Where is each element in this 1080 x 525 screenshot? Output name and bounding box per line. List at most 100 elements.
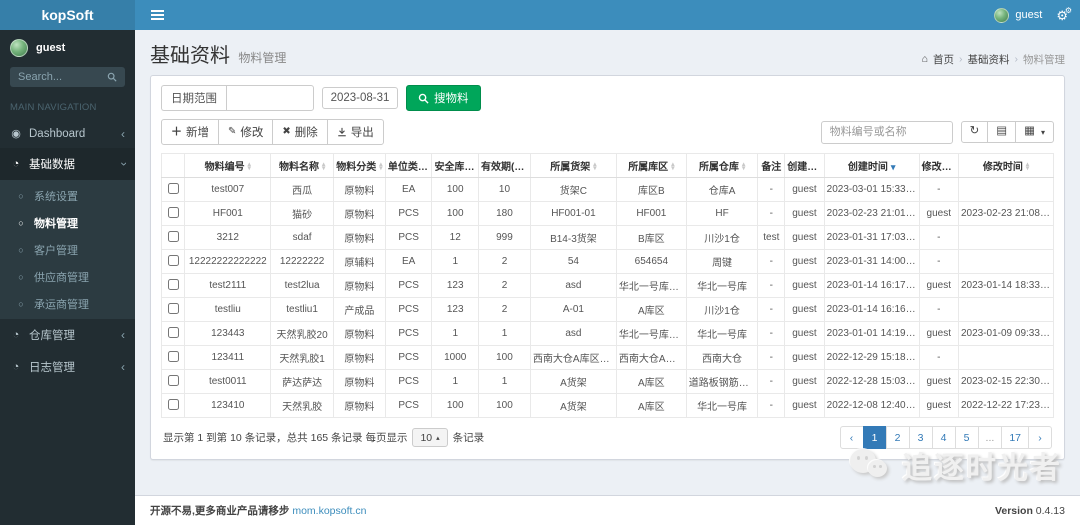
app-logo[interactable]: kopSoft [0, 0, 135, 30]
sidebar-item-system-settings[interactable]: ○ 系统设置 [0, 182, 135, 209]
table-cell: 西南大仓 [686, 346, 758, 370]
column-header[interactable]: 所属仓库▴▾ [686, 154, 758, 178]
refresh-button[interactable]: ↻ [961, 121, 989, 143]
topbar: kopSoft guest ⚙⚙ [0, 0, 1080, 30]
table-cell: - [758, 298, 785, 322]
caret-up-icon: ▴ [436, 434, 440, 442]
sidebar-item-label: 系统设置 [34, 188, 78, 204]
page-button[interactable]: 17 [1001, 426, 1029, 449]
page-button[interactable]: 1 [863, 426, 887, 449]
table-row[interactable]: test0011萨达萨达原物料PCS11A货架A库区道路板钢筋仓库-guest2… [162, 370, 1054, 394]
table-cell: 999 [479, 226, 531, 250]
breadcrumb-home[interactable]: 首页 [933, 52, 954, 67]
table-cell: 萨达萨达 [271, 370, 334, 394]
table-row[interactable]: 123411天然乳胶1原物料PCS1000100西南大仓A库区2货架西南大仓A库… [162, 346, 1054, 370]
table-cell: 2023-01-01 14:19:45 [824, 322, 919, 346]
page-button[interactable]: 2 [886, 426, 910, 449]
table-row[interactable]: 3212sdaf原物料PCS12999B14-3货架B库区川沙1仓testgue… [162, 226, 1054, 250]
sidebar-toggle-icon[interactable] [147, 6, 168, 24]
delete-button[interactable]: ✖ 删除 [272, 119, 327, 145]
edit-button[interactable]: ✎ 修改 [218, 119, 273, 145]
sidebar-item-supplier-management[interactable]: ○ 供应商管理 [0, 263, 135, 290]
next-page-button[interactable]: › [1028, 426, 1052, 449]
row-checkbox[interactable] [168, 183, 179, 194]
date-range-input[interactable] [226, 85, 314, 111]
row-checkbox[interactable] [168, 375, 179, 386]
table-cell: 原物料 [333, 346, 385, 370]
table-cell [958, 226, 1053, 250]
row-checkbox[interactable] [168, 231, 179, 242]
table-cell: A库区 [616, 298, 686, 322]
search-button[interactable] [99, 67, 125, 87]
sidebar-item-carrier-management[interactable]: ○ 承运商管理 [0, 290, 135, 317]
table-cell: 12 [432, 226, 479, 250]
table-row[interactable]: HF001猫砂原物料PCS100180HF001-01HF001HF-guest… [162, 202, 1054, 226]
breadcrumb-base-data[interactable]: 基础资料 [968, 52, 1010, 67]
prev-page-button[interactable]: ‹ [840, 426, 864, 449]
table-cell: guest [785, 178, 824, 202]
table-cell [958, 346, 1053, 370]
row-checkbox[interactable] [168, 303, 179, 314]
row-checkbox[interactable] [168, 327, 179, 338]
table-cell: HF001 [185, 202, 271, 226]
table-cell: 天然乳胶20 [271, 322, 334, 346]
sidebar-item-warehouse-management[interactable]: ◔ 仓库管理 ‹ [0, 319, 135, 351]
column-header[interactable]: 安全库存▴▾ [432, 154, 479, 178]
table-row[interactable]: 1222222222222212222222原辅料EA1254654654周键-… [162, 250, 1054, 274]
chevron-left-icon: ‹ [121, 128, 125, 140]
sidebar-item-base-data[interactable]: ◔ 基础数据 ‹ [0, 148, 135, 180]
column-header[interactable]: 物料名称▴▾ [271, 154, 334, 178]
table-row[interactable]: test2111test2lua原物料PCS1232asd华北一号库A区华北一号… [162, 274, 1054, 298]
row-checkbox[interactable] [168, 279, 179, 290]
table-cell: 1 [479, 370, 531, 394]
table-cell: sdaf [271, 226, 334, 250]
sort-carets: ▴▾ [820, 163, 823, 172]
table-cell: EA [385, 178, 432, 202]
sidebar-item-material-management[interactable]: ○ 物料管理 [0, 209, 135, 236]
table-cell: guest [785, 274, 824, 298]
export-button[interactable]: 导出 [327, 119, 384, 145]
column-header[interactable]: 创建时间▾ [824, 154, 919, 178]
sidebar-item-log-management[interactable]: ◔ 日志管理 ‹ [0, 351, 135, 383]
column-header[interactable]: 修改人▴▾ [919, 154, 958, 178]
column-header[interactable]: 有效期(天)▴▾ [479, 154, 531, 178]
table-cell: PCS [385, 298, 432, 322]
page-button[interactable]: 4 [932, 426, 956, 449]
sidebar-item-customer-management[interactable]: ○ 客户管理 [0, 236, 135, 263]
column-header[interactable]: 创建人▴▾ [785, 154, 824, 178]
table-cell: guest [785, 250, 824, 274]
column-header[interactable]: 物料编号▴▾ [185, 154, 271, 178]
table-cell: 123443 [185, 322, 271, 346]
table-cell: A货架 [530, 370, 616, 394]
material-filter-input[interactable] [821, 121, 953, 144]
page-size-select[interactable]: 10 ▴ [412, 428, 447, 447]
sidebar-item-dashboard[interactable]: ◉ Dashboard ‹ [0, 119, 135, 148]
column-header[interactable]: 所属货架▴▾ [530, 154, 616, 178]
user-menu[interactable]: guest [994, 8, 1042, 23]
footer-link[interactable]: mom.kopsoft.cn [292, 505, 366, 517]
table-row[interactable]: 123410天然乳胶原物料PCS100100A货架A库区华北一号库-guest2… [162, 394, 1054, 418]
column-header[interactable]: 修改时间▴▾ [958, 154, 1053, 178]
row-checkbox[interactable] [168, 351, 179, 362]
column-header[interactable]: 所属库区▴▾ [616, 154, 686, 178]
date-end-input[interactable] [322, 87, 398, 109]
table-cell: testliu [185, 298, 271, 322]
row-checkbox[interactable] [168, 207, 179, 218]
column-header[interactable]: 物料分类▴▾ [333, 154, 385, 178]
table-row[interactable]: testliutestliu1产成品PCS1232A-01A库区川沙1仓-gue… [162, 298, 1054, 322]
table-cell: 180 [479, 202, 531, 226]
row-checkbox[interactable] [168, 399, 179, 410]
gears-icon[interactable]: ⚙⚙ [1056, 9, 1068, 22]
column-header[interactable]: 单位类别▴▾ [385, 154, 432, 178]
add-button[interactable]: ＋ 新增 [161, 119, 219, 145]
search-input[interactable] [10, 67, 99, 87]
row-checkbox[interactable] [168, 255, 179, 266]
columns-button[interactable]: ▦ ▾ [1015, 121, 1054, 143]
page-button[interactable]: 5 [955, 426, 979, 449]
search-materials-button[interactable]: 搜物料 [406, 85, 481, 111]
checkbox-cell [162, 250, 185, 274]
card-view-button[interactable]: ▤ [987, 121, 1016, 143]
table-row[interactable]: 123443天然乳胶20原物料PCS11asd华北一号库A区华北一号库-gues… [162, 322, 1054, 346]
page-button[interactable]: 3 [909, 426, 933, 449]
table-row[interactable]: test007西瓜原物料EA10010货架C库区B仓库A-guest2023-0… [162, 178, 1054, 202]
